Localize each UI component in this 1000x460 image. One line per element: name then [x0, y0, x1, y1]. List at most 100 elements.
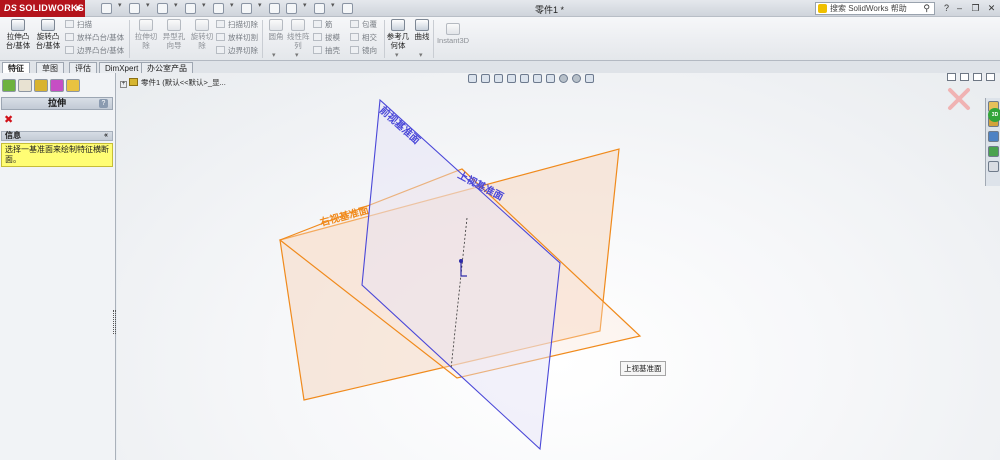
options-dropdown-icon[interactable]: [331, 1, 336, 14]
command-manager: 拉伸凸 台/基体 旋转凸 台/基体 扫描 放样凸台/基体 边界凸台/基体 拉伸切…: [0, 17, 1000, 61]
tab-sketch[interactable]: 草图: [36, 62, 64, 73]
search-icon[interactable]: ⚲: [923, 3, 930, 14]
solidworks-logo[interactable]: DS SOLIDWORKS ▶: [0, 0, 85, 17]
lofted-cut-icon: [216, 33, 225, 41]
linear-pattern-icon: [291, 19, 305, 31]
property-manager-icon[interactable]: [18, 79, 32, 92]
custom-properties-icon[interactable]: [988, 161, 999, 172]
graphics-area[interactable]: + 零件1 (默认<<默认>_显... 前视基准面 上视基准面 右视基准面 上视…: [117, 73, 1000, 460]
quick-access-toolbar: [98, 1, 356, 15]
wrap-button[interactable]: 包覆: [350, 20, 377, 29]
search-placeholder: 搜索 SolidWorks 帮助: [830, 4, 907, 13]
swept-cut-button[interactable]: 扫描切除: [216, 20, 258, 29]
mirror-button[interactable]: 镜向: [350, 46, 377, 55]
intersect-button[interactable]: 相交: [350, 33, 377, 42]
boundary-cut-icon: [216, 46, 225, 54]
file-explorer-icon[interactable]: [988, 131, 999, 142]
restore-button[interactable]: ❐: [969, 2, 982, 14]
separator: [262, 20, 263, 58]
extrude-boss-label: 拉伸凸 台/基体: [5, 32, 31, 50]
print-icon[interactable]: [185, 3, 196, 14]
revolve-boss-label: 旋转凸 台/基体: [35, 32, 61, 50]
dimxpert-manager-icon[interactable]: [50, 79, 64, 92]
cancel-icon[interactable]: ✖: [4, 113, 13, 126]
boundary-cut-button[interactable]: 边界切除: [216, 46, 258, 55]
print-dropdown-icon[interactable]: [202, 1, 207, 14]
options-icon[interactable]: [314, 3, 325, 14]
panel-tabs: [2, 79, 82, 93]
window-icon[interactable]: [342, 3, 353, 14]
file-properties-dropdown-icon[interactable]: [303, 1, 308, 14]
view-palette-icon[interactable]: [988, 146, 999, 157]
separator: [433, 20, 434, 58]
tab-features[interactable]: 特征: [2, 62, 30, 73]
sweep-icon: [65, 20, 74, 28]
shell-button[interactable]: 抽壳: [313, 46, 340, 55]
reference-geometry-dropdown-icon[interactable]: ▾: [395, 51, 399, 59]
info-message: 选择一基准面来绘制特征横断面。: [1, 143, 113, 167]
new-dropdown-icon[interactable]: [118, 1, 123, 14]
display-manager-icon[interactable]: [66, 79, 80, 92]
curves-dropdown-icon[interactable]: ▾: [419, 51, 423, 59]
mirror-icon: [350, 46, 359, 54]
file-properties-icon[interactable]: [286, 3, 297, 14]
configuration-manager-icon[interactable]: [34, 79, 48, 92]
sweep-button[interactable]: 扫描: [65, 20, 92, 29]
instant3d-button[interactable]: Instant3D: [436, 23, 470, 45]
hole-wizard-icon: [167, 19, 181, 31]
help-icon[interactable]: ?: [99, 99, 108, 108]
minimize-button[interactable]: –: [953, 2, 966, 14]
extrude-boss-icon: [11, 19, 25, 31]
curves-button[interactable]: 曲线: [412, 19, 432, 41]
tab-dimxpert[interactable]: DimXpert: [99, 62, 145, 73]
help-icon[interactable]: ?: [940, 2, 953, 14]
loft-button[interactable]: 放样凸台/基体: [65, 33, 124, 42]
select-icon[interactable]: [241, 3, 252, 14]
revolve-boss-button[interactable]: 旋转凸 台/基体: [35, 19, 61, 50]
tab-evaluate[interactable]: 评估: [69, 62, 97, 73]
collapse-chevron-icon[interactable]: «: [104, 132, 108, 140]
select-dropdown-icon[interactable]: [258, 1, 263, 14]
tab-office-products[interactable]: 办公室产品: [141, 62, 193, 73]
3dcontentcentral-icon[interactable]: 3D: [988, 108, 1000, 122]
close-button[interactable]: ✕: [985, 2, 998, 14]
property-manager-panel: 拉伸 ? ✖ 信息 « 选择一基准面来绘制特征横断面。: [0, 73, 116, 460]
fillet-dropdown-icon[interactable]: ▾: [272, 51, 276, 59]
undo-dropdown-icon[interactable]: [230, 1, 235, 14]
open-dropdown-icon[interactable]: [146, 1, 151, 14]
extrude-boss-button[interactable]: 拉伸凸 台/基体: [5, 19, 31, 50]
reference-geometry-icon: [391, 19, 405, 31]
new-icon[interactable]: [101, 3, 112, 14]
open-icon[interactable]: [129, 3, 140, 14]
panel-splitter[interactable]: [113, 310, 116, 334]
undo-icon[interactable]: [213, 3, 224, 14]
hole-wizard-button[interactable]: 异型孔 向导: [161, 19, 187, 50]
revolved-cut-button[interactable]: 旋转切 除: [189, 19, 215, 50]
boundary-boss-button[interactable]: 边界凸台/基体: [65, 46, 124, 55]
document-title: 零件1 *: [535, 5, 565, 15]
extruded-cut-button[interactable]: 拉伸切 除: [133, 19, 159, 50]
property-manager-header: 拉伸 ?: [1, 97, 113, 110]
feature-manager-icon[interactable]: [2, 79, 16, 92]
reference-geometry-button[interactable]: 参考几 何体: [386, 19, 410, 50]
lofted-cut-button[interactable]: 放样切割: [216, 33, 258, 42]
shell-icon: [313, 46, 322, 54]
save-icon[interactable]: [157, 3, 168, 14]
linear-pattern-button[interactable]: 线性阵 列: [287, 19, 310, 50]
rib-button[interactable]: 筋: [313, 20, 333, 29]
search-input[interactable]: 搜索 SolidWorks 帮助 ⚲: [815, 2, 935, 15]
info-section-header[interactable]: 信息 «: [1, 131, 113, 141]
fillet-button[interactable]: 圆角: [265, 19, 287, 41]
rebuild-icon[interactable]: [269, 3, 280, 14]
command-manager-tabs: 特征 草图 评估 DimXpert 办公室产品: [0, 61, 1000, 73]
fillet-icon: [269, 19, 283, 31]
extruded-cut-icon: [139, 19, 153, 31]
rib-icon: [313, 20, 322, 28]
close-x-icon[interactable]: [947, 87, 971, 111]
wrap-icon: [350, 20, 359, 28]
save-dropdown-icon[interactable]: [174, 1, 179, 14]
draft-button[interactable]: 拔模: [313, 33, 340, 42]
instant3d-icon: [446, 23, 460, 35]
swept-cut-icon: [216, 20, 225, 28]
linear-pattern-dropdown-icon[interactable]: ▾: [295, 51, 299, 59]
